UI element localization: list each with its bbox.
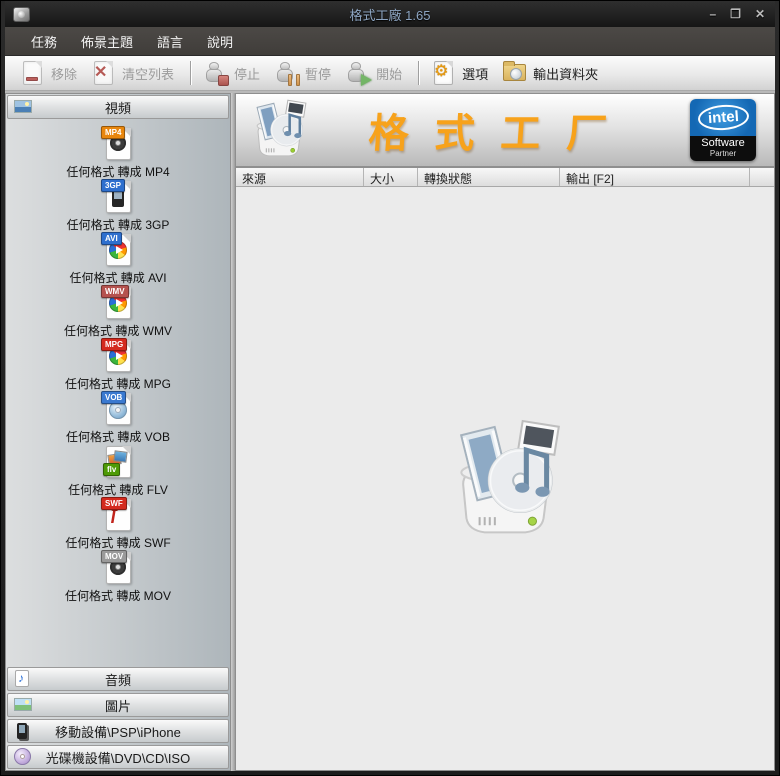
- format-item-3gp[interactable]: 3GP 任何格式 轉成 3GP: [6, 179, 230, 232]
- menu-help[interactable]: 說明: [197, 28, 243, 55]
- menu-tasks[interactable]: 任務: [21, 28, 67, 55]
- format-item-vob[interactable]: VOB 任何格式 轉成 VOB: [6, 391, 230, 444]
- banner-title: 格式工厂: [367, 112, 635, 156]
- avi-file-icon: AVI: [101, 232, 135, 268]
- banner: 格式工厂 intel Software Partner: [236, 94, 774, 168]
- clear-list-button[interactable]: ✕ 清空列表: [86, 57, 183, 89]
- output-folder-button[interactable]: 輸出資料夾: [497, 57, 607, 89]
- swf-file-icon: f SWF: [101, 497, 135, 533]
- pause-button[interactable]: 暫停: [269, 57, 340, 89]
- content-area: 視頻 MP4 任何格式 轉成 MP4 3GP 任何格式 轉成 3GP AVI 任…: [5, 91, 775, 771]
- task-table-header: 來源 大小 轉換狀態 輸出 [F2]: [236, 168, 774, 187]
- remove-icon: [20, 60, 46, 86]
- category-mobile-device[interactable]: 移動設備\PSP\iPhone: [7, 719, 229, 743]
- toolbar: 移除 ✕ 清空列表 停止 暫停 開始 ⚙ 選項 輸出資料夾: [5, 56, 775, 91]
- format-item-mp4[interactable]: MP4 任何格式 轉成 MP4: [6, 126, 230, 179]
- format-item-wmv[interactable]: WMV 任何格式 轉成 WMV: [6, 285, 230, 338]
- stop-button[interactable]: 停止: [198, 57, 269, 89]
- format-item-flv[interactable]: flv 任何格式 轉成 FLV: [6, 444, 230, 497]
- start-button[interactable]: 開始: [340, 57, 411, 89]
- menu-bar: 任務 佈景主題 語言 說明: [5, 27, 775, 56]
- mp4-file-icon: MP4: [101, 126, 135, 162]
- category-optical-disc[interactable]: 光碟機設備\DVD\CD\ISO: [7, 745, 229, 769]
- wmv-file-icon: WMV: [101, 285, 135, 321]
- watermark-logo: [439, 415, 571, 542]
- column-filler: [750, 168, 774, 186]
- format-item-avi[interactable]: AVI 任何格式 轉成 AVI: [6, 232, 230, 285]
- category-picture[interactable]: 圖片: [7, 693, 229, 717]
- close-button[interactable]: ✕: [755, 7, 765, 21]
- column-convert-state[interactable]: 轉換狀態: [418, 168, 560, 186]
- toolbar-separator: [190, 61, 192, 85]
- options-icon: ⚙: [431, 60, 457, 86]
- category-audio[interactable]: 音頻: [7, 667, 229, 691]
- main-panel: 格式工厂 intel Software Partner 來源 大小 轉換狀態 輸…: [235, 93, 775, 771]
- column-source[interactable]: 來源: [236, 168, 364, 186]
- category-video[interactable]: 視頻: [7, 95, 229, 119]
- sidebar: 視頻 MP4 任何格式 轉成 MP4 3GP 任何格式 轉成 3GP AVI 任…: [5, 93, 231, 771]
- mov-file-icon: MOV: [101, 550, 135, 586]
- options-button[interactable]: ⚙ 選項: [426, 57, 497, 89]
- output-folder-icon: [502, 60, 528, 86]
- title-bar: 格式工廠 1.65 – ❒ ✕: [5, 1, 775, 27]
- app-window: 格式工廠 1.65 – ❒ ✕ 任務 佈景主題 語言 說明 移除 ✕ 清空列表 …: [0, 0, 780, 776]
- format-item-swf[interactable]: f SWF 任何格式 轉成 SWF: [6, 497, 230, 550]
- format-factory-logo: [246, 97, 312, 164]
- format-item-mpg[interactable]: MPG 任何格式 轉成 MPG: [6, 338, 230, 391]
- column-output[interactable]: 輸出 [F2]: [560, 168, 750, 186]
- menu-skins[interactable]: 佈景主題: [71, 28, 143, 55]
- pause-icon: [274, 60, 301, 86]
- task-list-area[interactable]: [236, 187, 774, 770]
- toolbar-separator: [418, 61, 420, 85]
- remove-button[interactable]: 移除: [15, 57, 86, 89]
- column-size[interactable]: 大小: [364, 168, 418, 186]
- clear-list-icon: ✕: [91, 60, 117, 86]
- stop-icon: [203, 60, 230, 86]
- maximize-button[interactable]: ❒: [730, 7, 741, 21]
- vob-file-icon: VOB: [101, 391, 135, 427]
- format-item-mov[interactable]: MOV 任何格式 轉成 MOV: [6, 550, 230, 603]
- flv-file-icon: flv: [101, 444, 135, 480]
- window-title: 格式工廠 1.65: [349, 7, 431, 23]
- start-icon: [345, 60, 373, 86]
- menu-language[interactable]: 語言: [147, 28, 193, 55]
- 3gp-file-icon: 3GP: [101, 179, 135, 215]
- mpg-file-icon: MPG: [101, 338, 135, 374]
- minimize-button[interactable]: –: [709, 7, 716, 21]
- intel-software-partner-badge: intel Software Partner: [690, 99, 756, 161]
- video-format-list: MP4 任何格式 轉成 MP4 3GP 任何格式 轉成 3GP AVI 任何格式…: [6, 120, 230, 666]
